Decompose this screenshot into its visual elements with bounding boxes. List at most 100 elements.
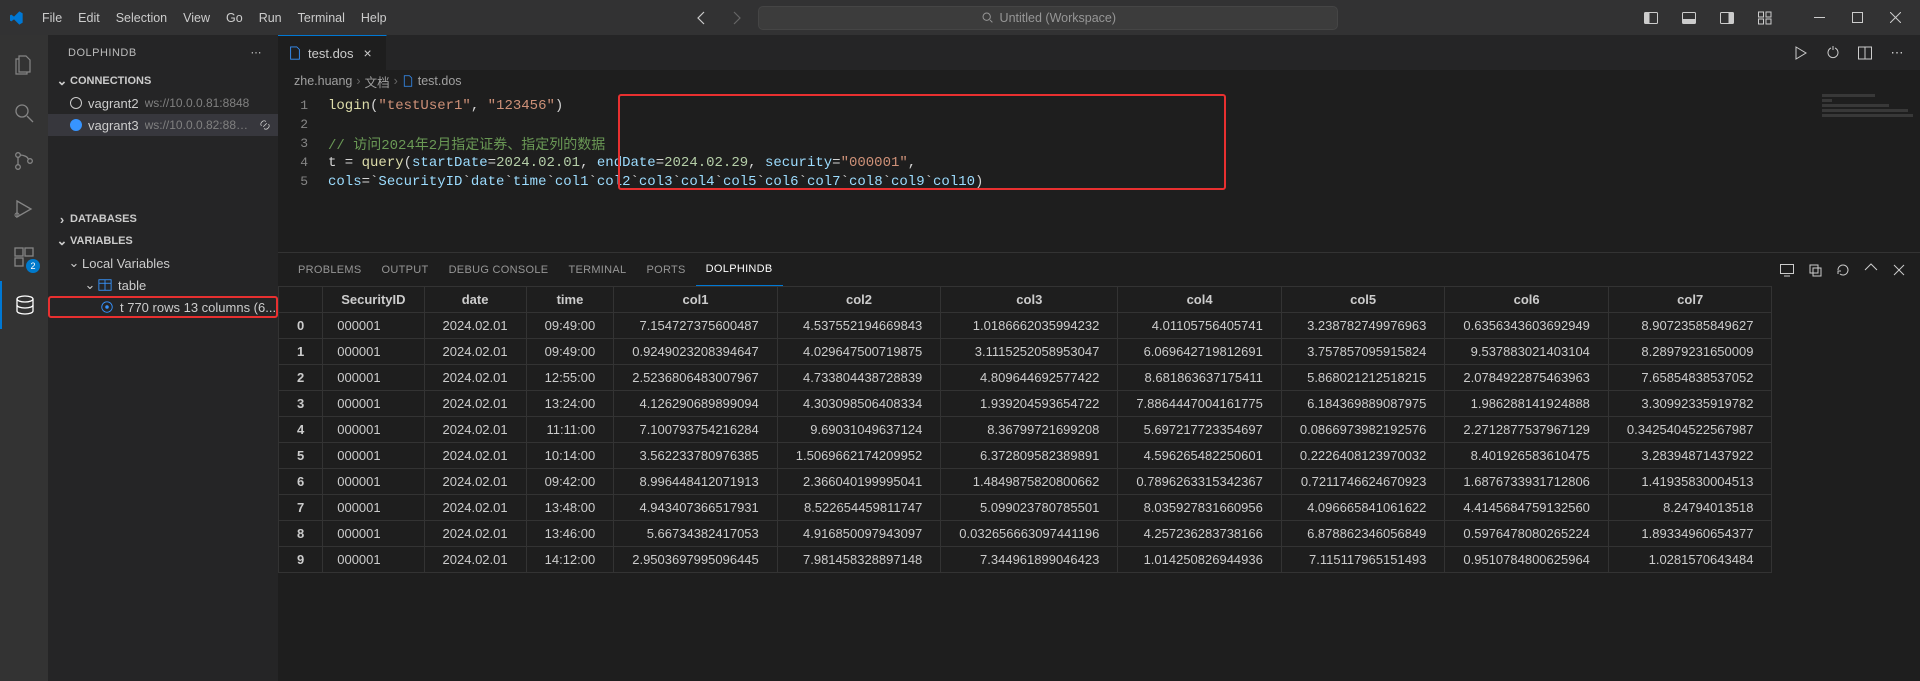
breadcrumb-part[interactable]: 文档	[365, 72, 390, 91]
more-editor-actions-icon[interactable]: ⋯	[1884, 40, 1910, 66]
search-icon[interactable]	[0, 89, 48, 137]
section-connections[interactable]: ⌄ CONNECTIONS	[48, 70, 278, 92]
code-line[interactable]: 2	[278, 115, 1920, 134]
nav-forward-button[interactable]	[724, 6, 748, 30]
tab-test-dos[interactable]: test.dos ×	[278, 35, 387, 70]
menu-go[interactable]: Go	[218, 0, 251, 35]
table-header[interactable]: date	[424, 287, 526, 313]
table-row[interactable]: 40000012024.02.0111:11:007.1007937542162…	[279, 417, 1772, 443]
copy-icon[interactable]	[1804, 259, 1826, 281]
split-editor-icon[interactable]	[1820, 40, 1846, 66]
customize-layout-icon[interactable]	[1748, 0, 1782, 35]
table-header[interactable]: SecurityID	[323, 287, 424, 313]
connection-name: vagrant3	[88, 118, 139, 133]
table-row[interactable]: 90000012024.02.0114:12:002.9503697995096…	[279, 547, 1772, 573]
code-line[interactable]: 5cols=`SecurityID`date`time`col1`col2`co…	[278, 172, 1920, 191]
menu-terminal[interactable]: Terminal	[290, 0, 353, 35]
sidebar-title: DOLPHINDB	[68, 47, 137, 59]
split-right-icon[interactable]	[1852, 40, 1878, 66]
table-row[interactable]: 50000012024.02.0110:14:003.5622337809763…	[279, 443, 1772, 469]
table-cell: 6.372809582389891	[941, 443, 1118, 469]
table-cell: 1	[279, 339, 323, 365]
section-databases[interactable]: › DATABASES	[48, 208, 278, 230]
sidebar: DOLPHINDB ⋯ ⌄ CONNECTIONS vagrant2 ws://…	[48, 35, 278, 681]
breadcrumb-part[interactable]: test.dos	[418, 74, 462, 88]
extensions-icon[interactable]: 2	[0, 233, 48, 281]
connection-vagrant3[interactable]: vagrant3 ws://10.0.0.82:8848 ...	[48, 114, 278, 136]
table-row[interactable]: 00000012024.02.0109:49:007.1547273756004…	[279, 313, 1772, 339]
titlebar: FileEditSelectionViewGoRunTerminalHelp U…	[0, 0, 1920, 35]
more-actions-icon[interactable]: ⋯	[251, 46, 263, 59]
table-header[interactable]	[279, 287, 323, 313]
panel-tab-output[interactable]: OUTPUT	[372, 253, 439, 286]
window-maximize-button[interactable]	[1840, 0, 1874, 35]
table-cell: 7.344961899046423	[941, 547, 1118, 573]
table-cell: 3.1115252058953047	[941, 339, 1118, 365]
layout-toggle-panel-icon[interactable]	[1672, 0, 1706, 35]
window-minimize-button[interactable]	[1802, 0, 1836, 35]
data-table-wrap[interactable]: SecurityIDdatetimecol1col2col3col4col5co…	[278, 286, 1920, 681]
table-header[interactable]: time	[526, 287, 614, 313]
command-center-search[interactable]: Untitled (Workspace)	[758, 6, 1338, 30]
table-header[interactable]: col6	[1445, 287, 1609, 313]
menu-edit[interactable]: Edit	[70, 0, 108, 35]
run-debug-icon[interactable]	[0, 185, 48, 233]
connection-vagrant2[interactable]: vagrant2 ws://10.0.0.81:8848	[48, 92, 278, 114]
layout-toggle-secondary-icon[interactable]	[1710, 0, 1744, 35]
layout-toggle-primary-icon[interactable]	[1634, 0, 1668, 35]
section-variables[interactable]: ⌄ VARIABLES	[48, 230, 278, 252]
dolphindb-activity-icon[interactable]	[0, 281, 48, 329]
table-row[interactable]: 10000012024.02.0109:49:000.9249023208394…	[279, 339, 1772, 365]
monitor-icon[interactable]	[1776, 259, 1798, 281]
panel-tab-ports[interactable]: PORTS	[636, 253, 695, 286]
menu-run[interactable]: Run	[251, 0, 290, 35]
source-control-icon[interactable]	[0, 137, 48, 185]
code-line[interactable]: 3// 访问2024年2月指定证券、指定列的数据	[278, 134, 1920, 153]
table-row[interactable]: 30000012024.02.0113:24:004.1262906898990…	[279, 391, 1772, 417]
table-header[interactable]: col5	[1281, 287, 1445, 313]
tree-variable-t[interactable]: t 770 rows 13 columns (6...	[48, 296, 278, 318]
tree-table-node[interactable]: ⌄ table	[48, 274, 278, 296]
menu-selection[interactable]: Selection	[108, 0, 175, 35]
breadcrumb-part[interactable]: zhe.huang	[294, 74, 352, 88]
code-editor[interactable]: 1login("testUser1", "123456")23// 访问2024…	[278, 92, 1920, 252]
table-cell: 1.014250826944936	[1118, 547, 1282, 573]
code-line[interactable]: 4t = query(startDate=2024.02.01, endDate…	[278, 153, 1920, 172]
panel-tab-debug-console[interactable]: DEBUG CONSOLE	[439, 253, 559, 286]
chevron-down-icon: ⌄	[54, 233, 70, 249]
panel-tab-terminal[interactable]: TERMINAL	[558, 253, 636, 286]
menu-file[interactable]: File	[34, 0, 70, 35]
tree-local-variables[interactable]: ⌄ Local Variables	[48, 252, 278, 274]
panel-tab-dolphindb[interactable]: DOLPHINDB	[696, 253, 783, 286]
table-cell: 7.100793754216284	[614, 417, 778, 443]
close-tab-button[interactable]: ×	[360, 45, 376, 61]
table-row[interactable]: 60000012024.02.0109:42:008.9964484120719…	[279, 469, 1772, 495]
refresh-icon[interactable]	[1832, 259, 1854, 281]
close-panel-icon[interactable]	[1888, 259, 1910, 281]
table-row[interactable]: 80000012024.02.0113:46:005.6673438241705…	[279, 521, 1772, 547]
breadcrumb[interactable]: zhe.huang › 文档 › test.dos	[278, 70, 1920, 92]
run-button[interactable]	[1788, 40, 1814, 66]
table-header[interactable]: col3	[941, 287, 1118, 313]
menu-view[interactable]: View	[175, 0, 218, 35]
panel-tab-problems[interactable]: PROBLEMS	[288, 253, 372, 286]
table-cell: 8.90723585849627	[1608, 313, 1772, 339]
table-row[interactable]: 20000012024.02.0112:55:002.5236806483007…	[279, 365, 1772, 391]
minimap[interactable]	[1820, 92, 1920, 182]
table-cell: 6.069642719812691	[1118, 339, 1282, 365]
table-header[interactable]: col2	[777, 287, 941, 313]
table-header[interactable]: col7	[1608, 287, 1772, 313]
table-cell: 000001	[323, 547, 424, 573]
table-cell: 7.154727375600487	[614, 313, 778, 339]
vscode-logo-icon	[8, 10, 24, 26]
nav-back-button[interactable]	[690, 6, 714, 30]
table-cell: 5.868021212518215	[1281, 365, 1445, 391]
table-header[interactable]: col4	[1118, 287, 1282, 313]
explorer-icon[interactable]	[0, 41, 48, 89]
code-line[interactable]: 1login("testUser1", "123456")	[278, 96, 1920, 115]
window-close-button[interactable]	[1878, 0, 1912, 35]
maximize-panel-icon[interactable]	[1860, 259, 1882, 281]
menu-help[interactable]: Help	[353, 0, 395, 35]
table-row[interactable]: 70000012024.02.0113:48:004.9434073665179…	[279, 495, 1772, 521]
table-header[interactable]: col1	[614, 287, 778, 313]
